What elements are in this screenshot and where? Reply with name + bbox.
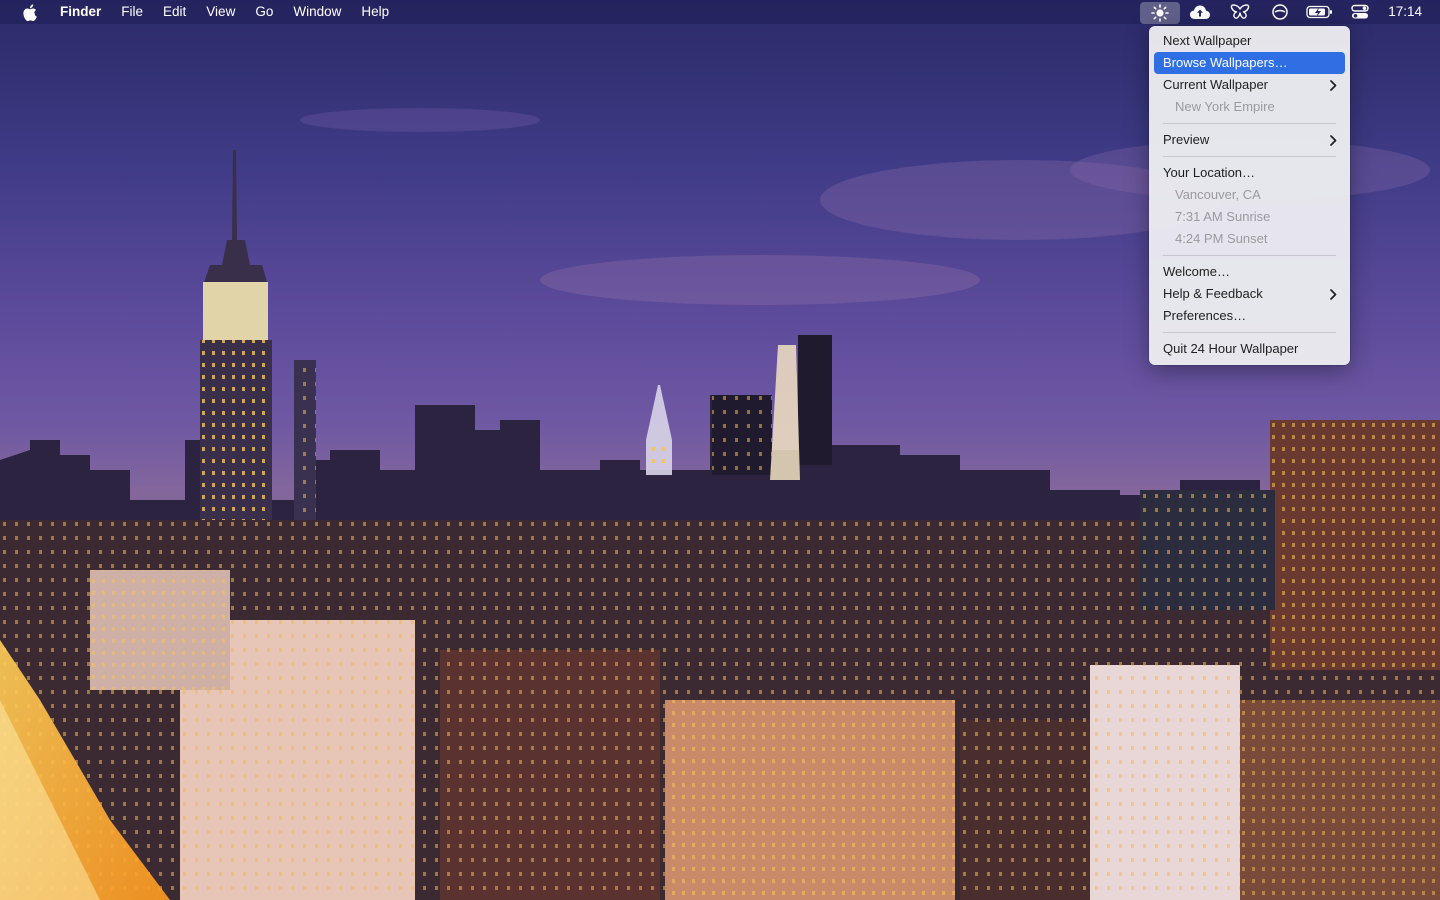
menu-separator (1163, 123, 1336, 124)
menu-bar-status-area: 17:14 (1140, 0, 1440, 24)
chevron-right-icon (1330, 74, 1337, 96)
menu-item-next-wallpaper[interactable]: Next Wallpaper (1154, 30, 1345, 52)
menu-item-help-feedback[interactable]: Help & Feedback (1154, 283, 1345, 305)
cloud-upload-icon[interactable] (1180, 0, 1220, 24)
battery-charging-icon[interactable] (1300, 0, 1340, 24)
menu-item-preferences[interactable]: Preferences… (1154, 305, 1345, 327)
menu-bar-left: Finder File Edit View Go Window Help (0, 0, 399, 24)
menu-item-current-wallpaper-label: Current Wallpaper (1163, 77, 1269, 92)
wallpaper-app-menu: Next Wallpaper Browse Wallpapers… Curren… (1149, 26, 1350, 365)
chevron-right-icon (1330, 129, 1337, 151)
menu-separator (1163, 332, 1336, 333)
control-center-icon[interactable] (1340, 0, 1380, 24)
current-wallpaper-name: New York Empire (1175, 99, 1275, 114)
menu-window[interactable]: Window (283, 0, 351, 24)
chevron-right-icon (1330, 283, 1337, 305)
menu-edit[interactable]: Edit (153, 0, 196, 24)
menu-item-current-wallpaper[interactable]: Current Wallpaper (1154, 74, 1345, 96)
menu-separator (1163, 156, 1336, 157)
menu-bar: Finder File Edit View Go Window Help 17:… (0, 0, 1440, 24)
menu-help[interactable]: Help (351, 0, 399, 24)
menu-app-finder[interactable]: Finder (54, 0, 111, 24)
menu-item-browse-wallpapers[interactable]: Browse Wallpapers… (1154, 52, 1345, 74)
menu-item-preview[interactable]: Preview (1154, 129, 1345, 151)
brightness-icon[interactable] (1140, 1, 1181, 24)
sunrise-time: 7:31 AM Sunrise (1175, 209, 1271, 224)
menu-item-welcome[interactable]: Welcome… (1154, 261, 1345, 283)
menu-item-preview-label: Preview (1163, 132, 1210, 147)
apple-menu-icon[interactable] (18, 0, 40, 24)
sunset-time: 4:24 PM Sunset (1175, 231, 1268, 246)
menu-go[interactable]: Go (245, 0, 283, 24)
menu-separator (1163, 255, 1336, 256)
menu-view[interactable]: View (196, 0, 245, 24)
menu-item-help-feedback-label: Help & Feedback (1163, 286, 1263, 301)
menu-file[interactable]: File (111, 0, 153, 24)
butterfly-icon[interactable] (1220, 0, 1260, 24)
menu-item-quit[interactable]: Quit 24 Hour Wallpaper (1154, 338, 1345, 360)
circle-icon[interactable] (1260, 0, 1300, 24)
menu-bar-clock[interactable]: 17:14 (1380, 0, 1440, 24)
location-city: Vancouver, CA (1175, 187, 1261, 202)
menu-item-your-location[interactable]: Your Location… (1154, 162, 1345, 184)
